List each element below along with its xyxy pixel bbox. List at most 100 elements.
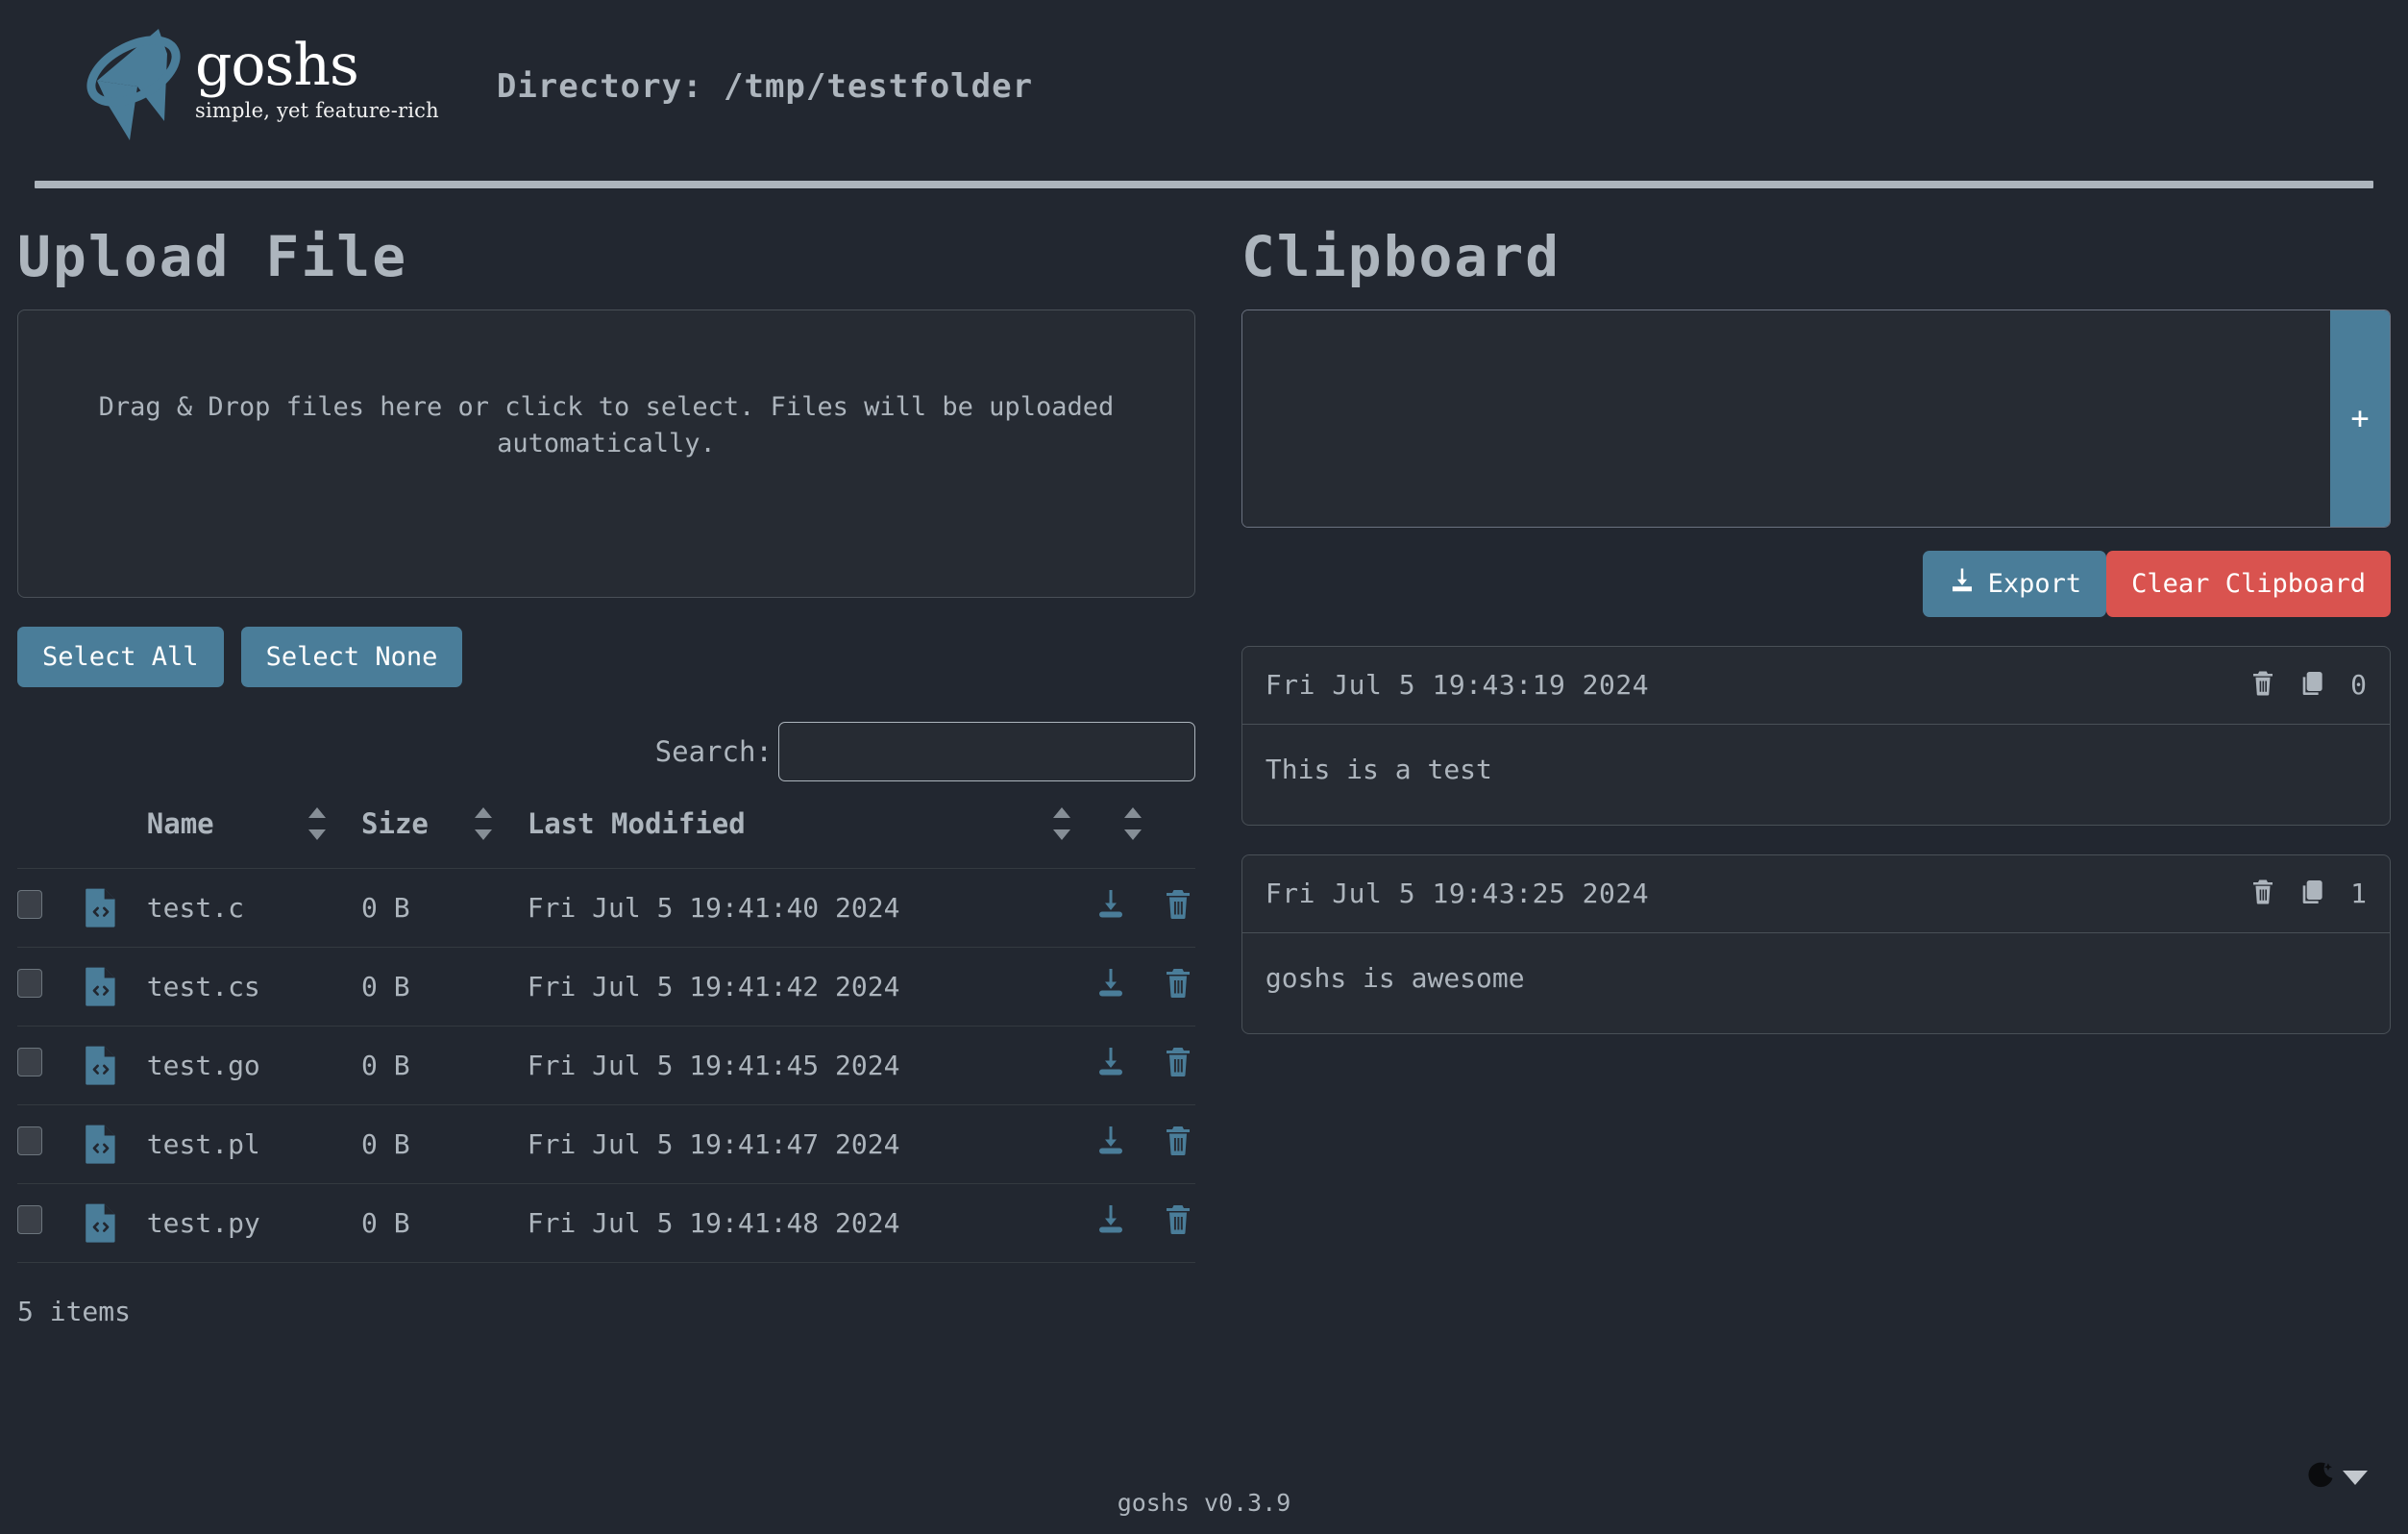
th-name: Name	[146, 806, 214, 840]
file-name: test.go	[146, 1025, 309, 1105]
sort-modified-icon[interactable]	[1053, 804, 1071, 843]
file-modified: Fri Jul 5 19:41:47 2024	[527, 1103, 1054, 1184]
file-size: 0 B	[361, 1103, 475, 1184]
delete-icon[interactable]	[2248, 669, 2277, 702]
delete-icon[interactable]	[1161, 1202, 1195, 1244]
dropzone-label: Drag & Drop files here or click to selec…	[98, 391, 1115, 459]
table-row[interactable]: test.go 0 B Fri Jul 5 19:41:45 2024	[17, 1025, 1195, 1105]
brand-text: goshs simple, yet feature-rich	[195, 17, 439, 122]
sort-name-icon[interactable]	[308, 804, 327, 843]
download-icon	[1948, 566, 1977, 602]
row-checkbox-cell	[17, 1025, 85, 1105]
clipboard-entry-time: Fri Jul 5 19:43:19 2024	[1265, 669, 1650, 702]
delete-icon[interactable]	[2248, 878, 2277, 910]
th-icon	[85, 804, 147, 869]
footer: goshs v0.3.9	[0, 1489, 2408, 1517]
file-size: 0 B	[361, 1182, 475, 1263]
chevron-down-icon	[2343, 1470, 2368, 1485]
row-actions	[1053, 1025, 1195, 1105]
row-checkbox-cell	[17, 946, 85, 1027]
download-icon[interactable]	[1093, 1045, 1128, 1086]
file-name: test.py	[146, 1182, 309, 1263]
delete-icon[interactable]	[1161, 966, 1195, 1007]
row-checkbox-cell	[17, 1103, 85, 1184]
theme-toggle[interactable]	[2304, 1459, 2368, 1496]
page-header: goshs simple, yet feature-rich Directory…	[17, 0, 2391, 175]
file-size: 0 B	[361, 1025, 475, 1105]
file-table-head: Name Size Last Modified	[17, 804, 1195, 869]
clipboard-action-buttons: Export Clear Clipboard	[1241, 550, 2391, 617]
file-name: test.pl	[146, 1103, 309, 1184]
delete-icon[interactable]	[1161, 1124, 1195, 1165]
clipboard-entry: Fri Jul 5 19:43:25 2024 1 goshs is awesome	[1241, 854, 2391, 1034]
code-file-icon	[84, 867, 147, 948]
file-table-header-row: Name Size Last Modified	[17, 804, 1195, 869]
sort-extra-icon[interactable]	[1124, 804, 1143, 843]
clipboard-entry-id: 0	[2350, 669, 2367, 702]
file-dropzone[interactable]: Drag & Drop files here or click to selec…	[17, 309, 1195, 598]
file-size-spacer	[474, 1025, 528, 1105]
clipboard-entry-content: This is a test	[1265, 753, 1492, 785]
clipboard-input-wrap: +	[1241, 309, 2391, 528]
copy-icon[interactable]	[2297, 668, 2327, 703]
download-icon[interactable]	[1093, 1124, 1128, 1165]
goshs-planet-logo-icon	[70, 17, 187, 142]
clipboard-column: Clipboard + Export Clear Clipboard Fri J…	[1218, 188, 2391, 1327]
row-checkbox[interactable]	[17, 968, 42, 998]
clipboard-textarea[interactable]	[1241, 309, 2330, 527]
brand-tagline: simple, yet feature-rich	[195, 99, 439, 122]
sort-size-icon[interactable]	[474, 804, 492, 843]
clipboard-entry-actions: 1	[2248, 877, 2367, 911]
th-sort-modified	[1053, 804, 1124, 869]
table-row[interactable]: test.pl 0 B Fri Jul 5 19:41:47 2024	[17, 1103, 1195, 1184]
file-name-spacer	[308, 1182, 362, 1263]
export-clipboard-button[interactable]: Export	[1922, 550, 2107, 617]
table-row[interactable]: test.c 0 B Fri Jul 5 19:41:40 2024	[17, 867, 1195, 948]
clipboard-add-button[interactable]: +	[2330, 309, 2390, 527]
row-checkbox[interactable]	[17, 1126, 42, 1155]
row-actions	[1053, 1103, 1195, 1184]
row-checkbox[interactable]	[17, 1047, 42, 1076]
file-name-spacer	[308, 867, 362, 948]
th-checkbox	[17, 804, 85, 869]
download-icon[interactable]	[1093, 1202, 1128, 1244]
main-columns: Upload File Drag & Drop files here or cl…	[17, 188, 2391, 1327]
row-checkbox[interactable]	[17, 889, 42, 919]
version-label: goshs v0.3.9	[1117, 1489, 1291, 1517]
th-sort-extra	[1124, 804, 1195, 869]
clipboard-entries: Fri Jul 5 19:43:19 2024 0 This is a test Fr…	[1241, 645, 2391, 1034]
row-actions	[1053, 946, 1195, 1027]
table-row[interactable]: test.py 0 B Fri Jul 5 19:41:48 2024	[17, 1182, 1195, 1263]
upload-section-title: Upload File	[17, 224, 408, 289]
file-table-body: test.c 0 B Fri Jul 5 19:41:40 2024 test.cs 0…	[17, 867, 1195, 1263]
clipboard-entry-id: 1	[2350, 878, 2367, 910]
row-actions	[1053, 867, 1195, 948]
download-icon[interactable]	[1093, 966, 1128, 1007]
row-checkbox-cell	[17, 1182, 85, 1263]
search-input[interactable]	[777, 721, 1195, 781]
row-checkbox[interactable]	[17, 1204, 42, 1234]
clear-clipboard-button[interactable]: Clear Clipboard	[2106, 550, 2391, 617]
file-modified: Fri Jul 5 19:41:48 2024	[527, 1182, 1054, 1263]
table-row[interactable]: test.cs 0 B Fri Jul 5 19:41:42 2024	[17, 946, 1195, 1027]
search-label: Search:	[654, 734, 773, 768]
th-sort-name	[308, 804, 361, 869]
select-all-button[interactable]: Select All	[17, 626, 224, 687]
directory-title: Directory: /tmp/testfolder	[496, 67, 1034, 106]
clipboard-section-title: Clipboard	[1241, 224, 1561, 289]
select-none-button[interactable]: Select None	[240, 626, 463, 687]
th-sort-size	[474, 804, 528, 869]
clipboard-entry-header: Fri Jul 5 19:43:19 2024 0	[1241, 647, 2390, 725]
file-name: test.cs	[146, 946, 309, 1027]
code-file-icon	[84, 1103, 147, 1184]
file-size-spacer	[474, 1103, 528, 1184]
file-size-spacer	[474, 946, 528, 1027]
app-root: goshs simple, yet feature-rich Directory…	[0, 0, 2408, 1534]
download-icon[interactable]	[1093, 887, 1128, 928]
file-name-spacer	[308, 946, 362, 1027]
file-name-spacer	[308, 1103, 362, 1184]
delete-icon[interactable]	[1161, 1045, 1195, 1086]
header-divider	[35, 181, 2373, 188]
delete-icon[interactable]	[1161, 887, 1195, 928]
copy-icon[interactable]	[2297, 877, 2327, 911]
